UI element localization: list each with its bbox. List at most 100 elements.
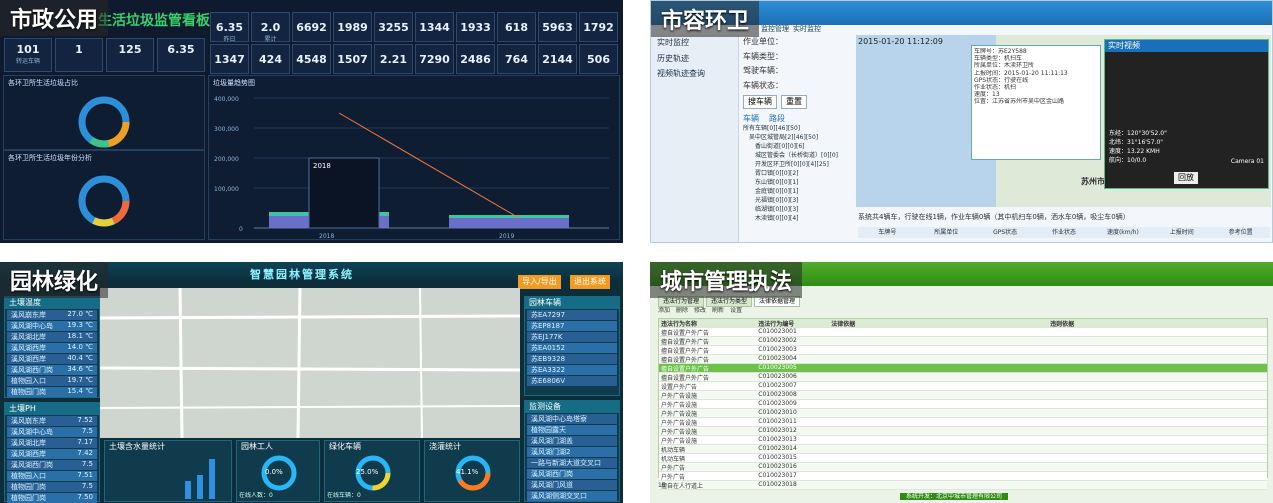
vehicle-row[interactable]: 苏E6806V (527, 375, 617, 386)
vehicle-row[interactable]: 苏EA7297 (527, 309, 617, 320)
park-map[interactable] (99, 287, 521, 439)
row-name: 植物园门岗 (11, 387, 46, 396)
table-row[interactable]: 机动车辆 C010023014 (659, 445, 1267, 454)
table-row[interactable]: 户外广告设施 C010023012 (659, 427, 1267, 436)
tree-node[interactable]: 所有车辆[0][46][50] (743, 124, 853, 133)
table-row[interactable]: 户外广告设施 C010023013 (659, 436, 1267, 445)
toolbar-button[interactable]: 设置 (730, 307, 742, 314)
tree-node[interactable]: 木渎镇[0][0][4] (743, 214, 853, 223)
cell-law (829, 328, 1048, 336)
table-row[interactable]: 户外广告设施 C010023011 (659, 418, 1267, 427)
panel-heading: 土壤含水量统计 (109, 442, 165, 451)
list-row[interactable]: 植物园门岗 7.5 (7, 481, 97, 492)
list-row[interactable]: 植物园入口 7.51 (7, 470, 97, 481)
cell-name: 户外广告 (661, 465, 686, 471)
tree-node[interactable]: 胥口镇[0][0][2] (743, 169, 853, 178)
logout-button[interactable]: 退出系统 (570, 275, 610, 289)
import-export-button[interactable]: 导入/导出 (518, 275, 561, 289)
row-name: 植物园门岗 (11, 482, 46, 491)
tree-node[interactable]: 城区管委会（长桥街道）[0][0] (743, 151, 853, 160)
table-row[interactable]: 户外广告 C010023017 (659, 472, 1267, 481)
table-row[interactable]: 设置户外广告 C010023007 (659, 382, 1267, 391)
device-row[interactable]: 植物园露天 (527, 424, 617, 435)
menu-video[interactable]: 视频轨迹查询 (651, 66, 738, 82)
list-row[interactable]: 溪风湖西门岗 7.5 (7, 459, 97, 470)
cell-law (829, 400, 1048, 408)
toolbar-button[interactable]: 修改 (694, 307, 706, 314)
tree-node[interactable]: 临湖镇[0][0][3] (743, 205, 853, 214)
device-row[interactable]: 溪风湖中心岛塔寮 (527, 413, 617, 424)
device-row[interactable]: 溪风湖门湖盖 (527, 435, 617, 446)
list-row[interactable]: 溪风湖西岸 40.4 ℃ (7, 353, 97, 364)
toolbar-button[interactable]: 添加 (658, 307, 670, 314)
cell-basis (1048, 364, 1267, 372)
page-size[interactable]: 15 (658, 482, 666, 492)
table-row[interactable]: 机动车辆 C010023015 (659, 454, 1267, 463)
monitor-devices-panel: 监测设备 溪风湖中心岛塔寮 植物园露天 溪风湖门湖盖 溪风湖门湖2 一路与新湖大道交叉口… (524, 400, 620, 502)
trend-section: 垃圾量趋势图 2018 400,000 300,000 200,000 100,… (208, 75, 620, 240)
list-row[interactable]: 植物园门岗 15.4 ℃ (7, 386, 97, 397)
toolbar-button[interactable]: 删除 (676, 307, 688, 314)
playback-button[interactable]: 回放 (1174, 172, 1198, 184)
list-row[interactable]: 溪风湖中心岛 7.5 (7, 426, 97, 437)
table-row[interactable]: 擅自设置户外广告 C010023003 (659, 346, 1267, 355)
toolbar-button[interactable]: 刷新 (712, 307, 724, 314)
list-row[interactable]: 溪风湖北岸 7.17 (7, 437, 97, 448)
vehicle-row[interactable]: 苏EA0152 (527, 342, 617, 353)
table-row[interactable]: 擅自设置户外广告 C010023002 (659, 337, 1267, 346)
tab-realtime[interactable]: 实时监控 (793, 25, 821, 33)
cell-basis (1048, 373, 1267, 381)
video-title: 实时视频 (1105, 40, 1268, 52)
device-row[interactable]: 溪风湖西门岗 (527, 468, 617, 479)
menu-realtime[interactable]: 实时监控 (651, 35, 738, 51)
tree-node[interactable]: 光福镇[0][0][3] (743, 196, 853, 205)
list-row[interactable]: 溪风湖北岸 18.1 ℃ (7, 331, 97, 342)
list-row[interactable]: 植物园入口 19.7 ℃ (7, 375, 97, 386)
list-row[interactable]: 溪风崩东岸 27.0 ℃ (7, 309, 97, 320)
tree-node[interactable]: 吴中区城管局[2][46][50] (743, 133, 853, 142)
list-row[interactable]: 溪风湖西岸 7.42 (7, 448, 97, 459)
tab-monitor[interactable]: 监控管理 (761, 25, 789, 33)
stat-cell: 6692 (292, 12, 331, 42)
workers-panel: 园林工人 0.0% 在线人数：0 (236, 440, 320, 502)
list-row[interactable]: 植物园门岗 7.50 (7, 492, 97, 503)
table-row[interactable]: 户外广告设施 C010023010 (659, 409, 1267, 418)
tree-node[interactable]: 东山镇[0][0][1] (743, 178, 853, 187)
y-tick: 100,000 (214, 186, 239, 193)
vehicles-percent: 25.0% (356, 468, 379, 476)
device-row[interactable]: 溪风湖门湖2 (527, 446, 617, 457)
device-row[interactable]: 溪风湖侧湖交叉口 (527, 490, 617, 501)
vehicle-row[interactable]: 苏EB9328 (527, 353, 617, 364)
panel-heading: 土壤PH (5, 403, 99, 415)
row-name: 溪风湖西门岗 (11, 365, 53, 374)
form-label: 作业单位： (743, 37, 783, 46)
tree-tab-vehicles[interactable]: 车辆 (743, 114, 759, 124)
reset-button[interactable]: 重置 (781, 95, 807, 109)
tree-tab-roads[interactable]: 路段 (769, 114, 785, 124)
popup-status: 作业状态：机扫 (974, 83, 1017, 91)
row-value: 7.17 (77, 437, 93, 446)
vehicle-row[interactable]: 苏EJ177K (527, 331, 617, 342)
list-row[interactable]: 溪风湖中心岛 19.3 ℃ (7, 320, 97, 331)
table-row[interactable]: 擅自设置户外广告 C010023004 (659, 355, 1267, 364)
tree-node[interactable]: 香山街道[0][0][6] (743, 142, 853, 151)
list-row[interactable]: 溪风崩东岸 7.52 (7, 415, 97, 426)
table-row[interactable]: 擅自设置户外广告 C010023006 (659, 373, 1267, 382)
table-row[interactable]: 户外广告设施 C010023008 (659, 391, 1267, 400)
tree-node[interactable]: 金庭镇[0][0][1] (743, 187, 853, 196)
vehicle-row[interactable]: 苏EA3322 (527, 364, 617, 375)
table-row[interactable]: 户外广告设施 C010023009 (659, 400, 1267, 409)
menu-history[interactable]: 历史轨迹 (651, 51, 738, 67)
vehicle-row[interactable]: 苏EP8187 (527, 320, 617, 331)
map-area[interactable]: 2015-01-20 11:12:09 苏州市 车牌号：苏E2Y588 车辆类型… (856, 35, 1271, 207)
list-row[interactable]: 溪风湖西岸 14.0 ℃ (7, 342, 97, 353)
table-row[interactable]: 户外广告 C010023016 (659, 463, 1267, 472)
device-row[interactable]: 一路与新湖大道交叉口 (527, 457, 617, 468)
pager: 15 (658, 482, 1268, 492)
table-row[interactable]: 擅自设置户外广告 C010023005 (659, 364, 1267, 373)
table-row[interactable]: 擅自设置户外广告 C010023001 (659, 328, 1267, 337)
tree-node[interactable]: 开发区环卫所[0][0][4][25] (743, 160, 853, 169)
query-button[interactable]: 搜车辆 (743, 95, 777, 109)
list-row[interactable]: 溪风湖西门岗 34.6 ℃ (7, 364, 97, 375)
device-row[interactable]: 溪风湖门风道 (527, 479, 617, 490)
